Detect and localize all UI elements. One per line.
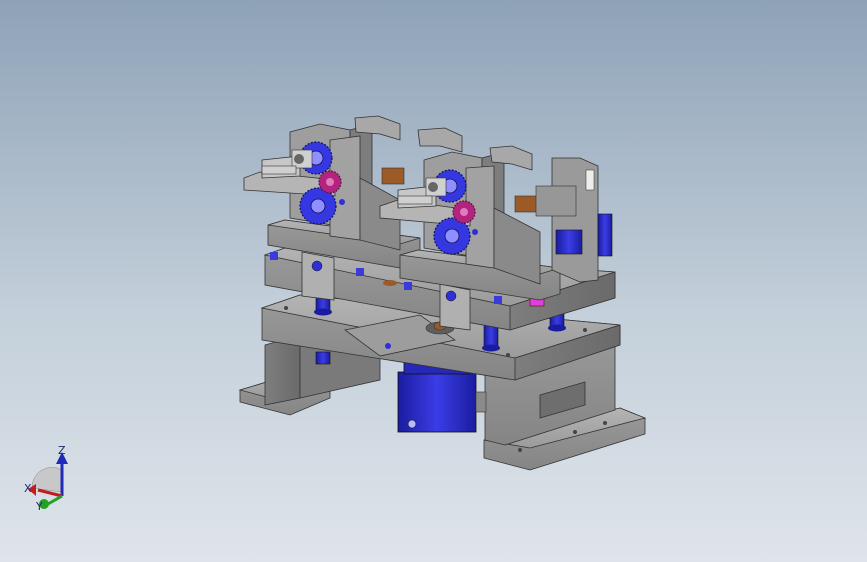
triad-plane [31,467,63,493]
z-axis-label: Z [58,444,66,457]
machine-assembly-model[interactable] [0,0,867,562]
y-axis-arrow [47,494,63,506]
orientation-triad[interactable]: Z X Y [18,440,88,520]
cad-viewport[interactable]: Z X Y [0,0,867,562]
y-axis-label: Y [35,500,43,513]
x-axis-label: X [24,482,32,495]
right-gear-unit[interactable] [379,145,613,301]
